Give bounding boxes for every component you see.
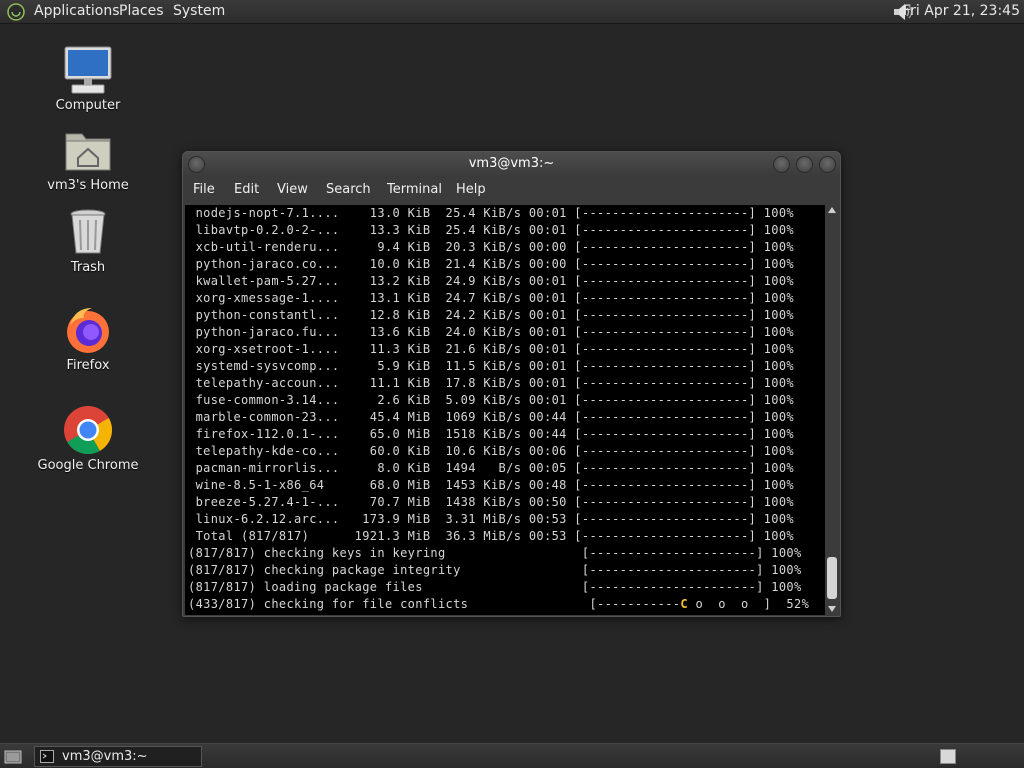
- scroll-up-arrow-icon[interactable]: [828, 207, 836, 213]
- maximize-button[interactable]: [796, 156, 813, 173]
- desktop-icon-label: vm3's Home: [47, 178, 129, 193]
- window-titlebar[interactable]: vm3@vm3:~: [183, 152, 840, 177]
- terminal-line: nodejs-nopt-7.1.... 13.0 KiB 25.4 KiB/s …: [188, 206, 794, 220]
- progress-dots: o o o ]: [687, 597, 772, 611]
- desktop-icon-label: Trash: [70, 260, 106, 275]
- desktop-icon-home[interactable]: vm3's Home: [33, 124, 143, 193]
- desktop-icon-label: Firefox: [66, 358, 110, 373]
- places-menu[interactable]: Places: [119, 3, 164, 19]
- desktop-icon-computer[interactable]: Computer: [33, 44, 143, 113]
- terminal-progress-line: (433/817) checking for file conflicts [-…: [188, 596, 825, 613]
- terminal-line: telepathy-kde-co... 60.0 KiB 10.6 KiB/s …: [188, 444, 794, 458]
- menu-help[interactable]: Help: [456, 182, 486, 197]
- applications-menu[interactable]: Applications: [34, 3, 120, 19]
- terminal-line: (817/817) loading package files [-------…: [188, 580, 802, 594]
- pacman-glyph: C: [680, 597, 688, 611]
- system-menu[interactable]: System: [173, 3, 225, 19]
- terminal-line: python-jaraco.co... 10.0 KiB 21.4 KiB/s …: [188, 257, 794, 271]
- chrome-icon: [64, 406, 113, 455]
- minimize-button[interactable]: [773, 156, 790, 173]
- terminal-menubar: File Edit View Search Terminal Help: [183, 178, 840, 204]
- workspace-switcher-icon[interactable]: [940, 749, 956, 764]
- terminal-line: libavtp-0.2.0-2-... 13.3 KiB 25.4 KiB/s …: [188, 223, 794, 237]
- desktop-icon-trash[interactable]: Trash: [33, 206, 143, 275]
- terminal-line: fuse-common-3.14... 2.6 KiB 5.09 KiB/s 0…: [188, 393, 794, 407]
- terminal-line: breeze-5.27.4-1-... 70.7 MiB 1438 KiB/s …: [188, 495, 794, 509]
- home-folder-icon: [65, 133, 111, 171]
- terminal-line: xorg-xmessage-1.... 13.1 KiB 24.7 KiB/s …: [188, 291, 794, 305]
- menu-view[interactable]: View: [277, 182, 308, 197]
- menu-search[interactable]: Search: [326, 182, 371, 197]
- terminal-line: (817/817) checking keys in keyring [----…: [188, 546, 802, 560]
- terminal-output[interactable]: nodejs-nopt-7.1.... 13.0 KiB 25.4 KiB/s …: [185, 205, 825, 615]
- desktop-icon-firefox[interactable]: Firefox: [33, 304, 143, 373]
- menu-terminal[interactable]: Terminal: [387, 182, 442, 197]
- firefox-icon: [67, 308, 109, 353]
- clock[interactable]: Fri Apr 21, 23:45: [903, 3, 1020, 19]
- scroll-down-arrow-icon[interactable]: [828, 606, 836, 612]
- progress-percent: 52%: [771, 597, 810, 611]
- desktop-icon-label: Computer: [55, 98, 121, 113]
- terminal-line: python-jaraco.fu... 13.6 KiB 24.0 KiB/s …: [188, 325, 794, 339]
- terminal-line: (817/817) checking package integrity [--…: [188, 563, 802, 577]
- taskbar-item-terminal[interactable]: vm3@vm3:~: [34, 746, 202, 767]
- window-title: vm3@vm3:~: [468, 156, 555, 171]
- show-desktop-icon[interactable]: [4, 749, 22, 765]
- terminal-line: xcb-util-renderu... 9.4 KiB 20.3 KiB/s 0…: [188, 240, 794, 254]
- terminal-line: pacman-mirrorlis... 8.0 KiB 1494 B/s 00:…: [188, 461, 794, 475]
- top-panel: Applications Places System Fri Apr 21, 2…: [0, 0, 1024, 24]
- menu-file[interactable]: File: [193, 182, 215, 197]
- terminal-line: firefox-112.0.1-... 65.0 MiB 1518 KiB/s …: [188, 427, 794, 441]
- terminal-line: xorg-xsetroot-1.... 11.3 KiB 21.6 KiB/s …: [188, 342, 794, 356]
- computer-icon: [64, 46, 112, 94]
- terminal-icon: [40, 750, 54, 763]
- terminal-line: marble-common-23... 45.4 MiB 1069 KiB/s …: [188, 410, 794, 424]
- terminal-line: kwallet-pam-5.27... 13.2 KiB 24.9 KiB/s …: [188, 274, 794, 288]
- terminal-line: linux-6.2.12.arc... 173.9 MiB 3.31 MiB/s…: [188, 512, 794, 526]
- desktop-icon-label: Google Chrome: [37, 458, 139, 473]
- terminal-line: Total (817/817) 1921.3 MiB 36.3 MiB/s 00…: [188, 529, 794, 543]
- terminal-line: python-constantl... 12.8 KiB 24.2 KiB/s …: [188, 308, 794, 322]
- desktop-icon-chrome[interactable]: Google Chrome: [33, 404, 143, 473]
- terminal-window: vm3@vm3:~ File Edit View Search Terminal…: [182, 151, 841, 617]
- menu-edit[interactable]: Edit: [234, 182, 259, 197]
- progress-prefix: (433/817) checking for file conflicts [-…: [188, 597, 681, 611]
- bottom-panel: vm3@vm3:~: [0, 743, 1024, 768]
- scroll-thumb[interactable]: [827, 557, 837, 599]
- terminal-scrollbar[interactable]: [825, 205, 839, 615]
- gnome-foot-icon[interactable]: [7, 3, 25, 21]
- trash-icon: [70, 209, 106, 254]
- taskbar-item-label: vm3@vm3:~: [62, 749, 148, 764]
- terminal-line: systemd-sysvcomp... 5.9 KiB 11.5 KiB/s 0…: [188, 359, 794, 373]
- close-button[interactable]: [819, 156, 836, 173]
- terminal-line: telepathy-accoun... 11.1 KiB 17.8 KiB/s …: [188, 376, 794, 390]
- terminal-line: wine-8.5-1-x86_64 68.0 MiB 1453 KiB/s 00…: [188, 478, 794, 492]
